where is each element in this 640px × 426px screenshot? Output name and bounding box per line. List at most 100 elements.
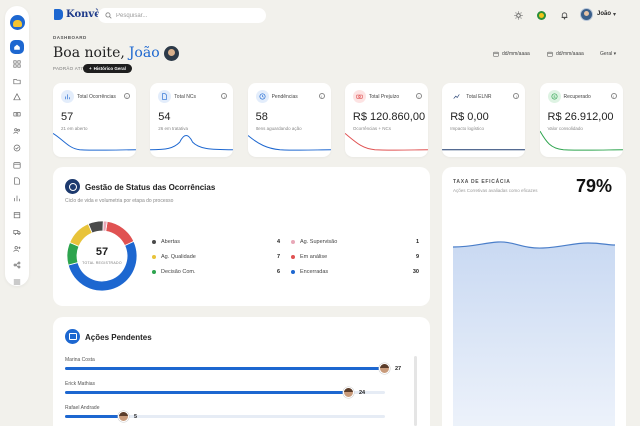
chevron-down-icon: ▾ [613,51,617,57]
assignee-avatar[interactable] [118,411,129,422]
sidebar-item-menu[interactable] [10,275,24,289]
sidebar-item-box[interactable] [10,208,24,222]
history-button[interactable]: + Histórico Geral [83,64,132,73]
kpi-card[interactable]: Pendências i 58 Itens aguardando ação [247,83,331,157]
sidebar-item-check-circle[interactable] [10,141,24,155]
kpi-icon [158,90,172,103]
chart-icon [65,94,70,100]
clock-icon [259,93,266,100]
legend-value: 9 [415,254,419,260]
language-button[interactable] [536,10,546,20]
trend-icon [453,94,460,99]
history-button-label: Histórico Geral [93,66,126,71]
pending-scrollbar[interactable] [414,356,417,426]
legend-item[interactable]: Decisão Com. [152,268,196,276]
legend-item[interactable]: Ag. Supervisão [291,238,337,246]
kpi-sparkline [539,130,623,151]
sidebar-item-users[interactable] [10,124,24,138]
legend-item[interactable]: Abertas [152,238,180,246]
greeting-text: Boa noite, [53,45,125,61]
assignee-avatar[interactable] [343,387,354,398]
user-avatar[interactable] [580,8,593,21]
status-target-icon [65,179,80,194]
user-plus-icon [13,245,21,252]
app-logo[interactable] [10,15,25,30]
info-icon[interactable]: i [124,93,130,99]
check-circle-icon [13,144,21,152]
pending-title: Ações Pendentes [85,333,152,342]
kpi-card[interactable]: Total Ocorrências i 57 21 em aberto [53,83,136,157]
search-icon [105,12,112,19]
sidebar [5,6,29,286]
sidebar-item-share[interactable] [10,258,24,272]
scope-select[interactable]: Geral ▾ [600,51,616,57]
search-input[interactable] [116,12,256,19]
search-bar[interactable] [98,8,266,23]
efficacy-subtitle: Ações Corretivas avaliadas como eficazes [453,188,538,193]
sparkline-path [344,132,428,151]
dollar-icon: $ [551,93,557,100]
status-title: Gestão de Status das Ocorrências [85,183,216,192]
chart-icon [14,195,20,202]
legend-dot [152,255,156,259]
pending-assignee-name: Rafael Andrade [65,405,100,411]
sidebar-item-home[interactable] [10,40,24,54]
info-icon[interactable]: i [318,93,325,99]
sidebar-item-file[interactable] [10,174,24,188]
kpi-card[interactable]: Total NCs i 54 26 em tratativa [150,83,234,157]
user-name[interactable]: João [597,11,611,17]
kpi-title: Total NCs [174,94,196,100]
legend-item[interactable]: Encerradas [291,268,328,276]
kpi-card[interactable]: $ Recuperado i R$ 26.912,00 Valor consolidad… [539,83,623,157]
legend-label: Em análise [300,254,328,260]
chevron-down-icon[interactable]: ▾ [613,11,616,18]
users-icon [13,128,20,134]
legend-label: Ag. Supervisão [300,239,338,245]
sidebar-item-calendar[interactable] [10,158,24,172]
greeting-name: João [128,45,160,61]
donut-slice[interactable] [105,220,135,247]
page-title: Boa noite, João [53,45,179,61]
info-icon[interactable]: i [513,93,520,99]
kpi-icon [255,90,269,103]
sidebar-item-money[interactable] [10,107,24,121]
legend-dot [152,240,156,244]
kpi-card[interactable]: Total Prejuízo i R$ 120.860,00 Ocorrências … [344,83,428,157]
info-icon[interactable]: i [415,93,422,99]
kpi-title: Total ELNR [466,94,492,100]
sparkline-path [539,130,623,151]
kpi-title: Total Ocorrências [77,94,116,100]
legend-item[interactable]: Em análise [291,253,327,261]
sidebar-item-truck[interactable] [10,225,24,239]
info-icon[interactable]: i [610,93,617,99]
notifications-button[interactable] [559,10,569,20]
bell-icon [561,11,567,19]
info-icon[interactable]: i [221,93,228,99]
legend-value: 1 [415,239,419,245]
pending-progress-bar [65,391,345,394]
theme-toggle-button[interactable] [513,10,523,20]
kpi-title: Total Prejuízo [368,94,400,100]
efficacy-card: TAXA DE EFICÁCIA Ações Corretivas avalia… [442,167,626,426]
tasks-icon [65,329,80,344]
page-eyebrow: DASHBOARD [53,35,87,40]
date-to-field[interactable]: dd/mm/aaaa [547,51,584,57]
assignee-avatar[interactable] [379,363,390,374]
pending-progress-track [65,367,385,370]
sidebar-item-warning[interactable] [10,90,24,104]
date-from-field[interactable]: dd/mm/aaaa [493,51,530,57]
kpi-icon [352,90,366,103]
sparkline-path [150,135,234,151]
sidebar-item-user-plus[interactable] [10,242,24,256]
date-from-value: dd/mm/aaaa [502,51,530,57]
kpi-card[interactable]: Total ELNR i R$ 0,00 Impacto logístico [442,83,526,157]
donut-slice[interactable] [69,223,93,247]
sidebar-item-chart[interactable] [10,191,24,205]
sidebar-item-grid[interactable] [10,57,24,71]
sidebar-item-folder[interactable] [10,74,24,88]
box-icon [13,212,21,219]
legend-dot [291,255,295,259]
date-to-value: dd/mm/aaaa [556,51,584,57]
legend-item[interactable]: Ag. Qualidade [152,253,196,261]
kpi-icon [61,90,74,103]
